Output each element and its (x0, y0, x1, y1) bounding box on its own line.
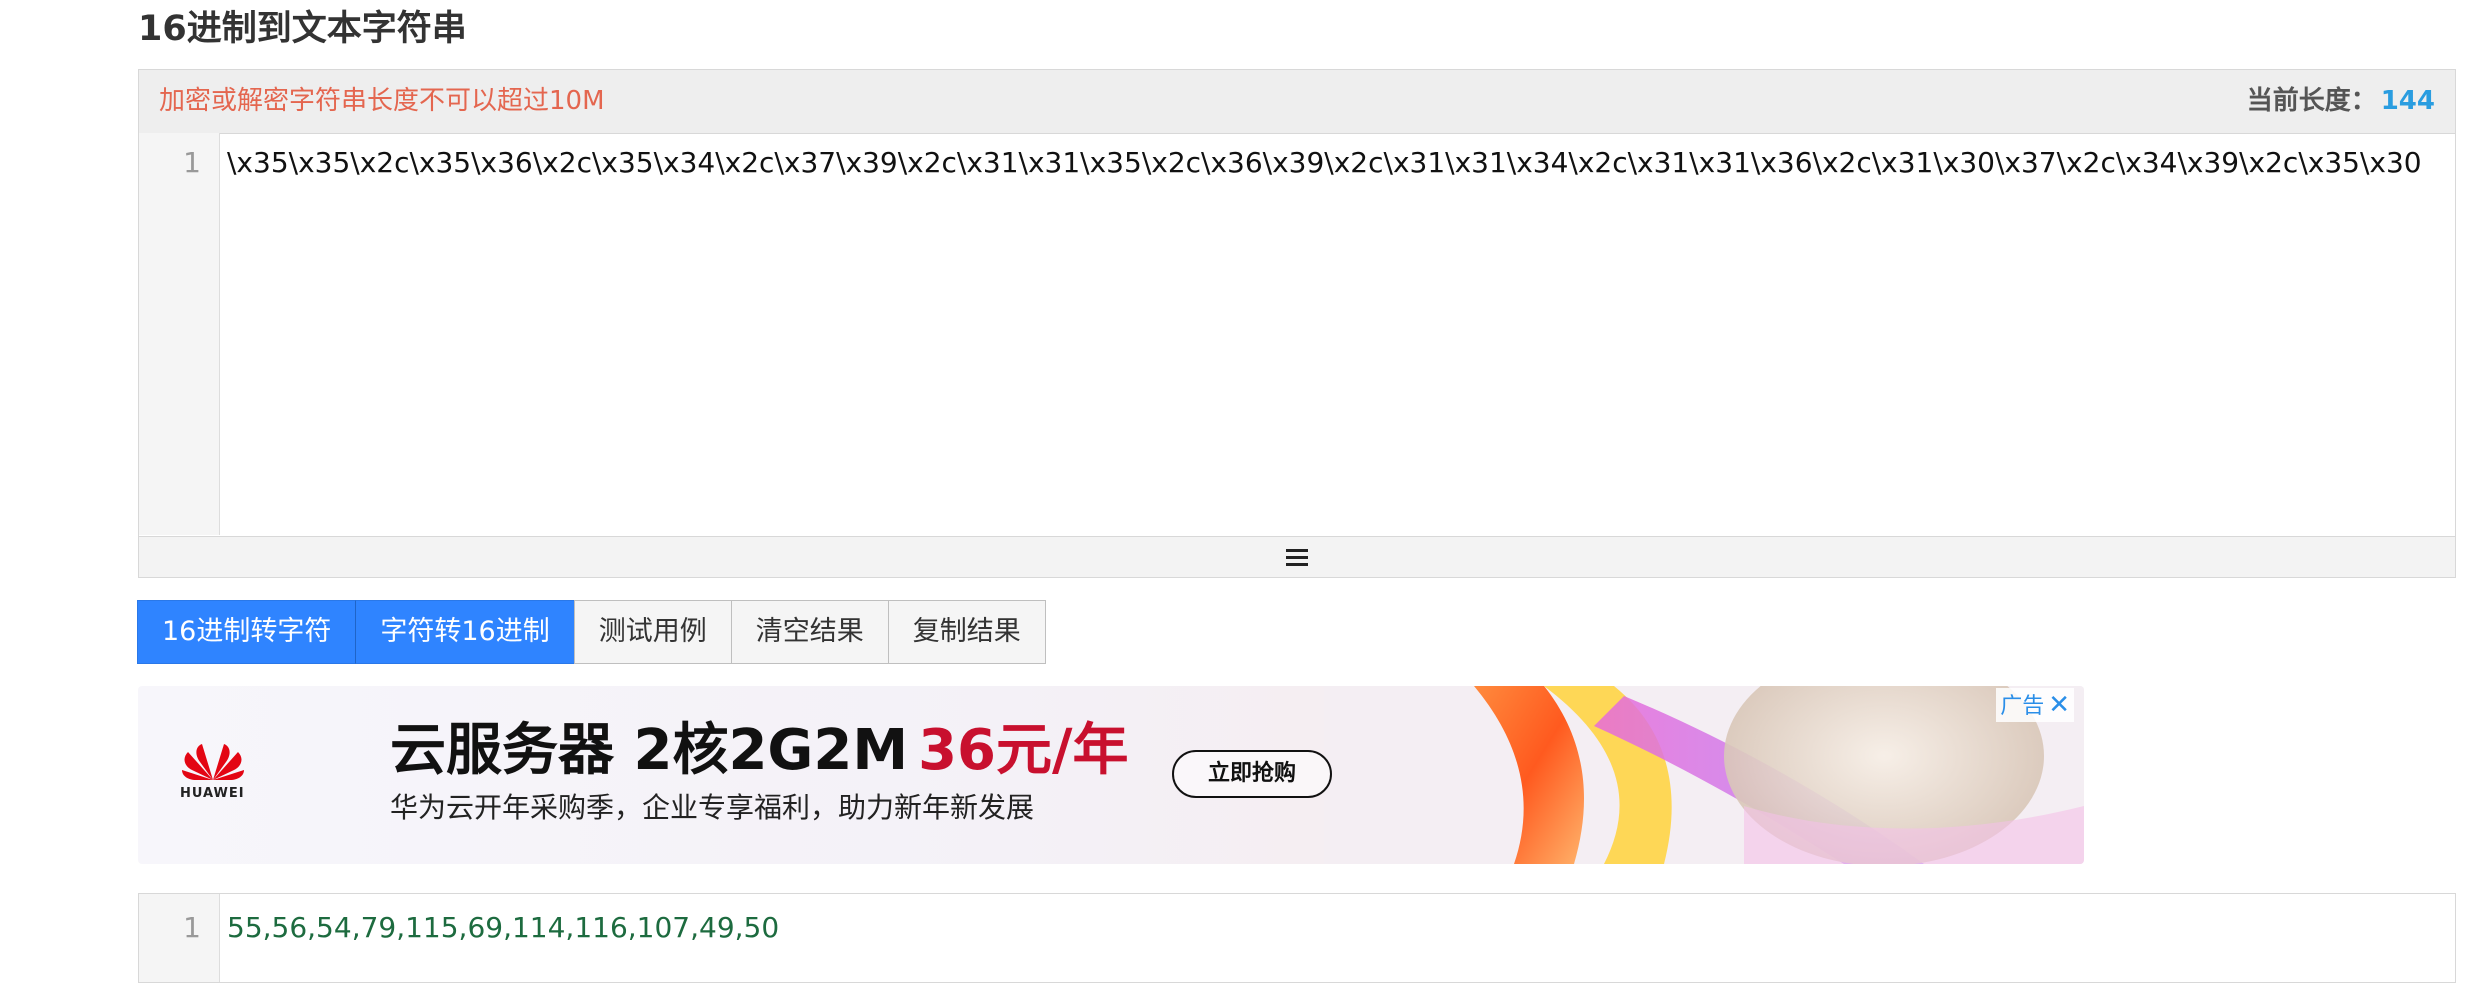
length-limit-warning: 加密或解密字符串长度不可以超过10M (159, 86, 605, 116)
ad-title: 云服务器 2核2G2M 36元/年 (390, 716, 1128, 786)
action-toolbar: 16进制转字符 字符转16进制 测试用例 清空结果 复制结果 (137, 600, 1046, 664)
current-length-value: 144 (2380, 86, 2435, 116)
editor-resize-handle[interactable] (139, 536, 2455, 577)
clear-result-button[interactable]: 清空结果 (730, 600, 889, 664)
close-icon[interactable]: ✕ (2048, 690, 2070, 720)
test-case-button[interactable]: 测试用例 (573, 600, 732, 664)
ad-badge[interactable]: 广告 ✕ (1996, 688, 2074, 722)
ad-brand-name: HUAWEI (180, 786, 245, 801)
line-number-gutter: 1 (139, 133, 220, 535)
menu-icon[interactable] (1286, 549, 1308, 566)
current-length: 当前长度： 144 (2247, 70, 2435, 133)
output-code-editor[interactable]: 55,56,54,79,115,69,114,116,107,49,50 (227, 908, 779, 948)
ad-artwork (1324, 686, 2084, 864)
input-editor-panel: 加密或解密字符串长度不可以超过10M 当前长度： 144 1 \x35\x35\x… (138, 69, 2456, 578)
line-number: 1 (183, 146, 201, 179)
ad-badge-label: 广告 (2000, 694, 2045, 719)
ad-banner[interactable]: HUAWEI 云服务器 2核2G2M 36元/年 华为云开年采购季，企业专享福利，… (138, 686, 2084, 864)
page-title: 16进制到文本字符串 (138, 9, 467, 49)
ad-subtitle: 华为云开年采购季，企业专享福利，助力新年新发展 (390, 791, 1035, 824)
ad-buy-now-button[interactable]: 立即抢购 (1172, 750, 1332, 798)
input-panel-header: 加密或解密字符串长度不可以超过10M 当前长度： 144 (139, 70, 2455, 134)
huawei-logo (182, 744, 244, 780)
hex-to-char-button[interactable]: 16进制转字符 (137, 600, 357, 664)
char-to-hex-button[interactable]: 字符转16进制 (355, 600, 575, 664)
copy-result-button[interactable]: 复制结果 (887, 600, 1046, 664)
input-code-editor[interactable]: \x35\x35\x2c\x35\x36\x2c\x35\x34\x2c\x37… (227, 143, 2447, 183)
output-line-number-gutter: 1 (139, 894, 220, 982)
ad-title-main: 云服务器 2核2G2M (390, 718, 909, 783)
output-line-number: 1 (183, 911, 201, 944)
ad-price: 36元/年 (918, 718, 1129, 783)
current-length-label: 当前长度： (2246, 86, 2377, 116)
output-editor-panel: 1 55,56,54,79,115,69,114,116,107,49,50 (138, 893, 2456, 983)
